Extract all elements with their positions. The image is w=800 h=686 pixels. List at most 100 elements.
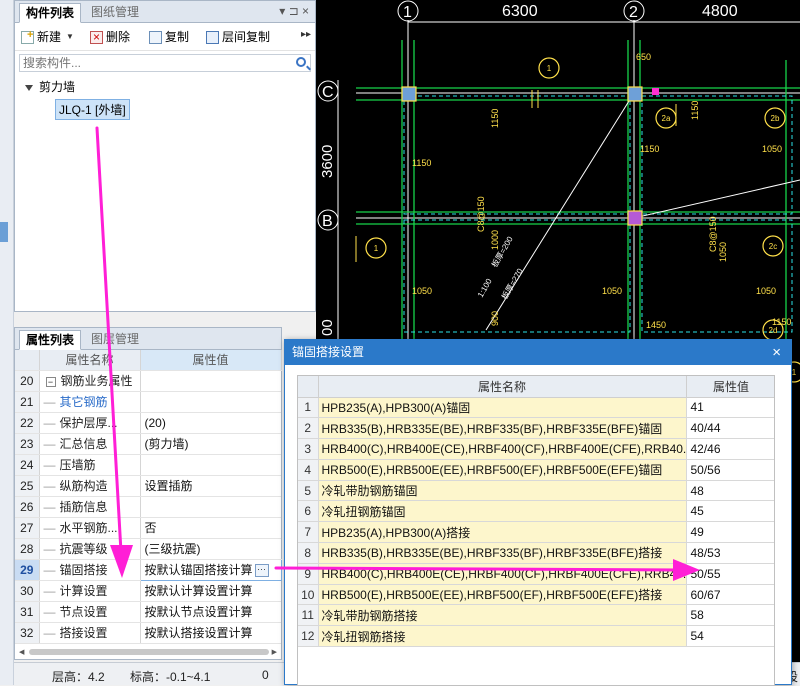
anchor-lap-table: 属性名称 属性值 1 HPB235(A),HPB300(A)锚固 41 2 HRB33…: [298, 376, 774, 648]
svg-text:1450: 1450: [646, 320, 666, 330]
ellipsis-button[interactable]: ···: [254, 564, 269, 578]
svg-text:2c: 2c: [769, 242, 777, 251]
table-row[interactable]: 11 冷轧带肋钢筋搭接 58: [298, 604, 774, 627]
table-row[interactable]: 30 — 计算设置 按默认计算设置计算: [15, 580, 281, 602]
svg-text:1050: 1050: [762, 144, 782, 154]
horizontal-scrollbar[interactable]: [29, 649, 269, 655]
svg-text:1050: 1050: [412, 286, 432, 296]
dialog-table-container: 属性名称 属性值 1 HPB235(A),HPB300(A)锚固 41 2 HRB33…: [297, 375, 775, 686]
axis-label-b: B: [322, 213, 333, 230]
search-input[interactable]: [20, 55, 280, 71]
tab-drawing-management[interactable]: 图纸管理: [85, 3, 145, 23]
svg-text:1150: 1150: [690, 101, 700, 120]
table-row[interactable]: 9 HRB400(C),HRB400E(CE),HRBF400(CF),HRBF4…: [298, 563, 774, 585]
collapse-icon[interactable]: −: [45, 376, 56, 387]
search-icon[interactable]: [296, 57, 306, 67]
svg-text:2a: 2a: [662, 114, 671, 123]
table-row[interactable]: 32 — 搭接设置 按默认搭接设置计算: [15, 622, 281, 644]
table-row[interactable]: 3 HRB400(C),HRB400E(CE),HRBF400(CF),HRBF4…: [298, 438, 774, 460]
elevation: 标高：-0.1~4.1: [130, 670, 211, 684]
svg-text:1050: 1050: [718, 242, 728, 262]
table-row-selected[interactable]: 29 — 锚固搭接 按默认锚固搭接计算 ···: [15, 558, 282, 581]
svg-text:板厚=270: 板厚=270: [499, 266, 525, 301]
svg-text:1050: 1050: [602, 286, 622, 296]
component-list-panel: 构件列表 图纸管理 ▾ ⊐ × 新建 ▼ 删除 复制 层间复制 ▸▸ 剪力墙 J…: [14, 0, 316, 312]
tab-layer-management[interactable]: 图层管理: [85, 330, 145, 350]
expand-arrow-icon[interactable]: [25, 84, 33, 91]
header-num: [298, 376, 319, 398]
toolbar-more-icon[interactable]: ▸▸: [301, 29, 311, 40]
tree-node-shear-wall[interactable]: 剪力墙: [25, 78, 75, 95]
close-icon[interactable]: ×: [772, 340, 781, 365]
scroll-right-icon[interactable]: ▶: [272, 648, 277, 656]
svg-text:650: 650: [636, 52, 651, 62]
svg-text:900: 900: [490, 311, 500, 326]
axis-label-c: C: [322, 84, 334, 101]
table-row[interactable]: 23 — 汇总信息 (剪力墙): [15, 433, 281, 455]
dropdown-caret-icon[interactable]: ▼: [66, 29, 74, 45]
scroll-left-icon[interactable]: ◀: [19, 648, 24, 656]
table-row[interactable]: 8 HRB335(B),HRB335E(BE),HRBF335(BF),HRBF3…: [298, 542, 774, 564]
tree-node-label: 剪力墙: [39, 80, 76, 94]
header-property-value: 属性值: [686, 376, 774, 398]
new-button[interactable]: 新建 ▼: [21, 27, 74, 45]
tab-property-list[interactable]: 属性列表: [19, 330, 82, 350]
table-row[interactable]: 25 — 纵筋构造 设置插筋: [15, 475, 281, 497]
table-row[interactable]: 26 — 插筋信息: [15, 496, 281, 518]
svg-text:1: 1: [792, 368, 797, 377]
delete-button[interactable]: 删除: [90, 29, 130, 45]
axis-label-2: 2: [629, 4, 638, 21]
header-property-name: 属性名称: [318, 376, 687, 398]
tab-component-list[interactable]: 构件列表: [19, 3, 82, 23]
table-row[interactable]: 28 — 抗震等级 (三级抗震): [15, 538, 281, 560]
svg-text:1: 1: [374, 244, 379, 253]
component-search[interactable]: [19, 54, 311, 72]
table-row[interactable]: 7 HPB235(A),HPB300(A)搭接 49: [298, 521, 774, 544]
copy-icon: [149, 30, 162, 44]
new-label: 新建: [37, 30, 62, 44]
table-row[interactable]: 5 冷轧带肋钢筋锚固 48: [298, 480, 774, 502]
svg-text:1050: 1050: [756, 286, 776, 296]
table-row[interactable]: 22 — 保护层厚... (20): [15, 412, 281, 434]
anchor-lap-dialog: 锚固搭接设置 × 属性名称 属性值 1 HPB235(A),HPB300(A)锚固…: [284, 339, 792, 686]
component-toolbar: 新建 ▼ 删除 复制 层间复制 ▸▸: [15, 23, 315, 51]
property-list-panel: 属性列表 图层管理 属性名称 属性值 20 − 钢筋业务属性 21 — 其它钢筋 2…: [14, 327, 282, 660]
dim-4800: 4800: [702, 3, 738, 20]
svg-text:C8@150: C8@150: [476, 196, 486, 232]
copy-label: 复制: [165, 30, 190, 44]
dialog-title: 锚固搭接设置: [292, 345, 365, 359]
header-num: [15, 350, 40, 371]
floor-height: 层高：4.2: [52, 670, 105, 684]
dim-6300: 6300: [502, 3, 538, 20]
svg-text:1: 1: [547, 64, 552, 73]
svg-text:1000: 1000: [490, 230, 500, 250]
floor-copy-icon: [206, 30, 219, 44]
table-row[interactable]: 31 — 节点设置 按默认节点设置计算: [15, 601, 281, 623]
svg-text:1:100: 1:100: [476, 277, 494, 299]
floor-copy-label: 层间复制: [222, 30, 271, 44]
panel-controls[interactable]: ▾ ⊐ ×: [279, 4, 309, 18]
table-row[interactable]: 24 — 压墙筋: [15, 454, 281, 476]
floor-copy-button[interactable]: 层间复制: [206, 29, 270, 45]
table-row[interactable]: 20 − 钢筋业务属性: [15, 370, 281, 392]
property-table: 属性名称 属性值 20 − 钢筋业务属性 21 — 其它钢筋 22 — 保护层厚...…: [15, 350, 282, 644]
component-tree: 剪力墙 JLQ-1 [外墙]: [15, 72, 315, 302]
property-tabbar: 属性列表 图层管理: [15, 328, 281, 350]
copy-button[interactable]: 复制: [149, 29, 189, 45]
table-row[interactable]: 6 冷轧扭钢筋锚固 45: [298, 500, 774, 523]
tree-node-jlq-1[interactable]: JLQ-1 [外墙]: [55, 99, 130, 120]
svg-text:1150: 1150: [412, 158, 431, 168]
svg-text:C8@150: C8@150: [708, 216, 718, 252]
table-row[interactable]: 12 冷轧扭钢筋搭接 54: [298, 625, 774, 648]
table-row[interactable]: 4 HRB500(E),HRB500E(EE),HRBF500(EF),HRBF5…: [298, 459, 774, 481]
dialog-titlebar[interactable]: 锚固搭接设置 ×: [285, 340, 791, 365]
table-row[interactable]: 27 — 水平钢筋... 否: [15, 517, 281, 539]
table-row[interactable]: 1 HPB235(A),HPB300(A)锚固 41: [298, 397, 774, 419]
edge-marker: [0, 222, 8, 242]
table-row[interactable]: 2 HRB335(B),HRB335E(BE),HRBF335(BF),HRBF3…: [298, 417, 774, 440]
header-property-name: 属性名称: [39, 350, 141, 371]
new-icon: [21, 27, 34, 44]
table-row[interactable]: 10 HRB500(E),HRB500E(EE),HRBF500(EF),HRBF…: [298, 584, 774, 606]
table-row[interactable]: 21 — 其它钢筋: [15, 391, 281, 413]
dim-3600: 3600: [319, 145, 336, 178]
